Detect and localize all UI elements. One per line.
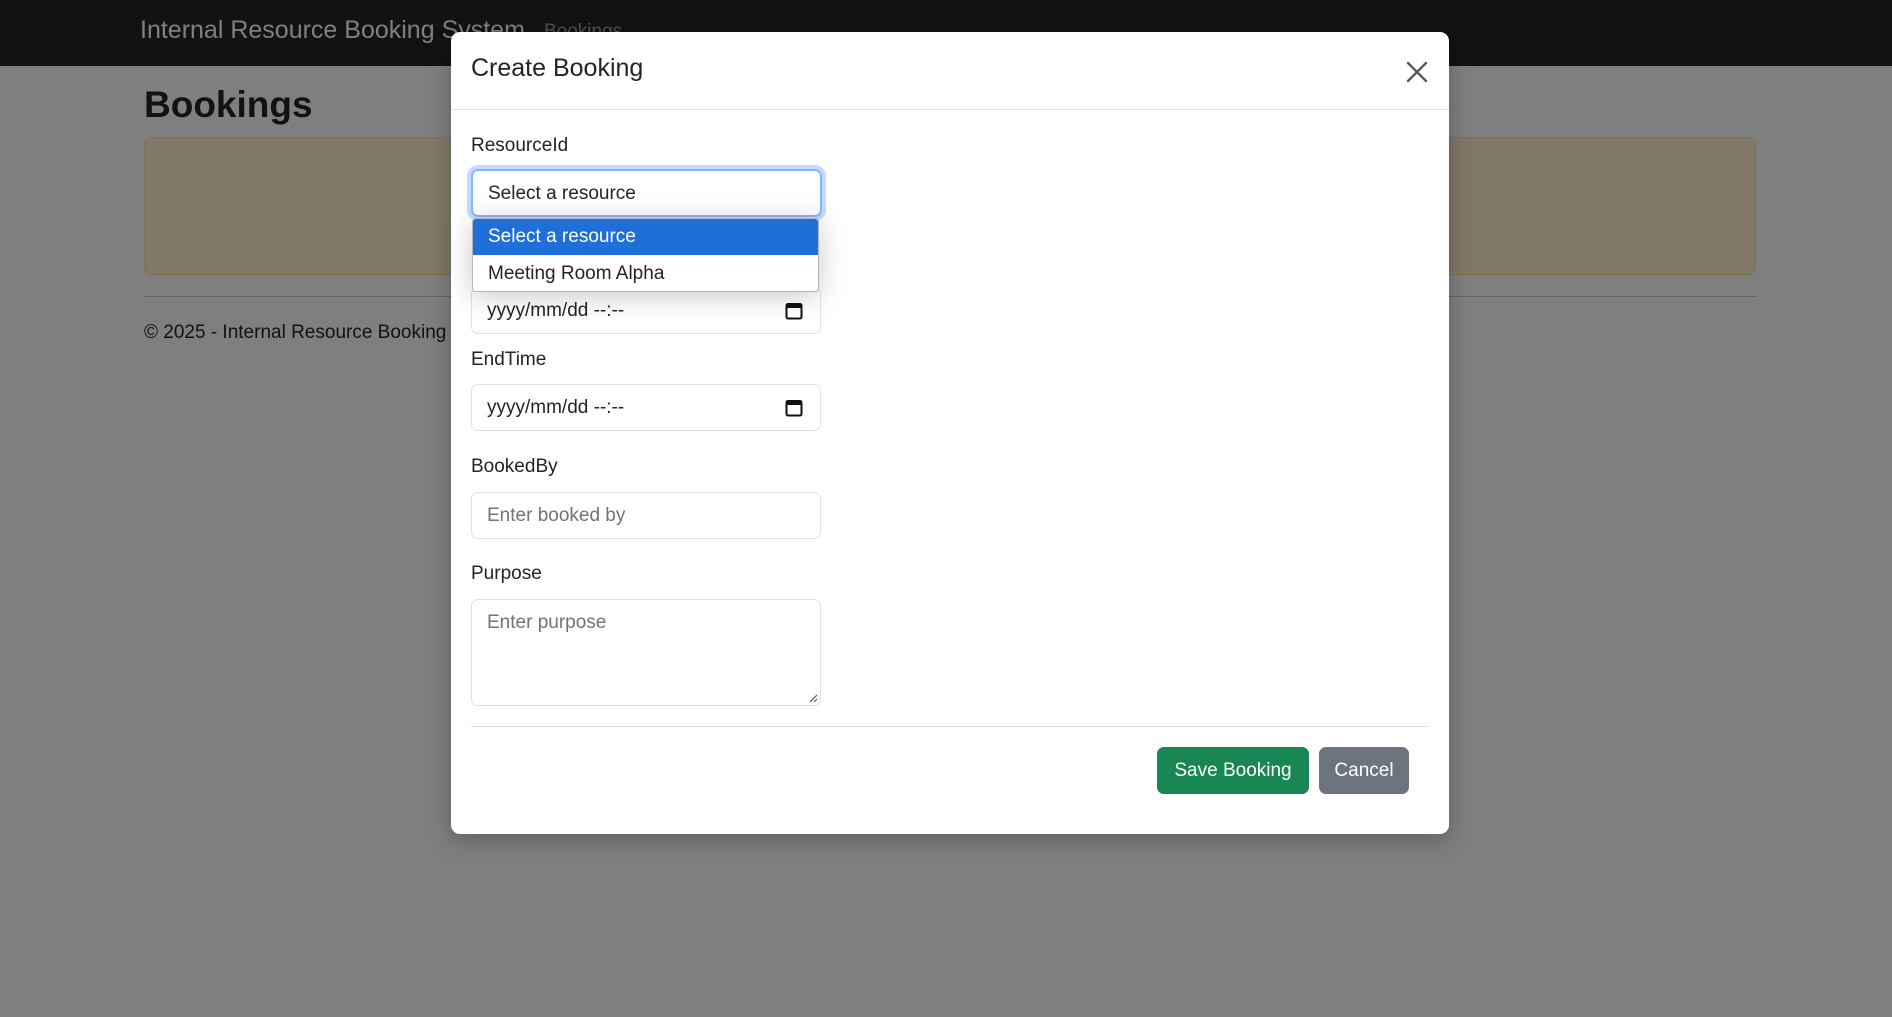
resource-select-value: Select a resource bbox=[488, 183, 636, 204]
modal-header: Create Booking bbox=[451, 32, 1449, 110]
end-time-input[interactable]: yyyy/mm/dd --:-- bbox=[471, 384, 821, 431]
save-booking-button[interactable]: Save Booking bbox=[1157, 747, 1309, 794]
purpose-textarea[interactable]: Enter purpose bbox=[471, 599, 821, 706]
page: Internal Resource Booking System Booking… bbox=[0, 0, 1892, 1017]
start-time-value: yyyy/mm/dd --:-- bbox=[487, 300, 625, 321]
calendar-icon[interactable] bbox=[785, 301, 803, 320]
purpose-placeholder: Enter purpose bbox=[487, 612, 607, 633]
start-time-input[interactable]: yyyy/mm/dd --:-- bbox=[471, 287, 821, 334]
resize-grip-icon[interactable] bbox=[808, 693, 818, 703]
create-booking-modal: Create Booking ResourceId Select a resou… bbox=[451, 32, 1449, 834]
calendar-icon[interactable] bbox=[785, 398, 803, 417]
resource-option-meeting-room-alpha[interactable]: Meeting Room Alpha bbox=[473, 256, 818, 291]
resource-option-placeholder[interactable]: Select a resource bbox=[473, 219, 818, 255]
booked-by-input[interactable]: Enter booked by bbox=[471, 492, 821, 539]
resource-label: ResourceId bbox=[471, 135, 569, 156]
cancel-button[interactable]: Cancel bbox=[1319, 747, 1409, 794]
booked-by-placeholder: Enter booked by bbox=[487, 505, 626, 526]
resource-select[interactable]: Select a resource bbox=[471, 169, 822, 217]
resource-dropdown-list: Select a resource Meeting Room Alpha bbox=[472, 218, 819, 292]
purpose-label: Purpose bbox=[471, 563, 542, 584]
end-time-value: yyyy/mm/dd --:-- bbox=[487, 397, 625, 418]
modal-footer-divider bbox=[471, 726, 1429, 727]
close-icon bbox=[1406, 61, 1428, 83]
modal-title: Create Booking bbox=[471, 54, 644, 82]
end-time-label: EndTime bbox=[471, 349, 547, 370]
close-button[interactable] bbox=[1401, 56, 1433, 88]
booked-by-label: BookedBy bbox=[471, 456, 558, 477]
